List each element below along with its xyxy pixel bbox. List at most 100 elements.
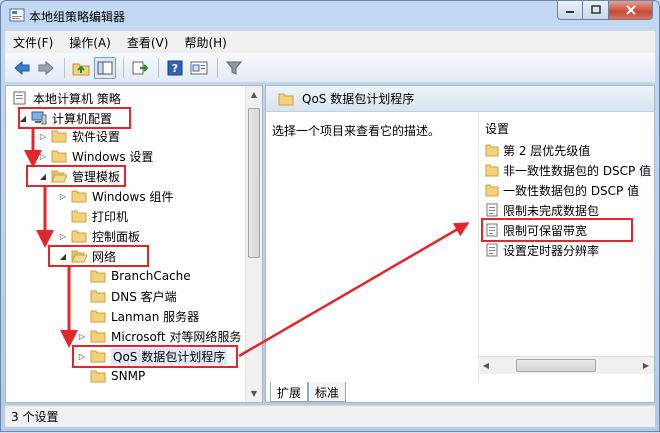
filter-icon	[226, 61, 242, 75]
tree-node-windows-settings[interactable]: ▷ Windows 设置	[38, 146, 153, 166]
up-folder-button[interactable]	[70, 57, 92, 79]
highlight-box	[481, 218, 633, 242]
tree-pane[interactable]: 本地计算机 策略 ◢ 计算机配置 ▷ 软件设置 ▷ Windows 设置 ◢ 管…	[5, 85, 263, 403]
toolbar-separator	[64, 57, 65, 78]
tree-node-lanman-server[interactable]: Lanman 服务器	[90, 306, 199, 326]
folder-icon	[278, 93, 294, 105]
toolbar-separator	[217, 57, 218, 78]
minimize-icon	[566, 11, 574, 13]
menu-file[interactable]: 文件(F)	[5, 34, 61, 51]
status-text: 3 个设置	[11, 410, 59, 424]
list-item[interactable]: 第 2 层优先级值	[485, 140, 590, 160]
list-item[interactable]: 限制未完成数据包	[485, 200, 599, 220]
properties-icon	[190, 61, 208, 74]
tree-node-dns-client[interactable]: DNS 客户端	[90, 286, 177, 306]
folder-icon	[90, 270, 106, 283]
folder-icon	[485, 164, 499, 177]
policy-setting-icon	[486, 203, 498, 217]
folder-icon	[71, 230, 87, 243]
menu-bar: 文件(F) 操作(A) 查看(V) 帮助(H)	[5, 31, 655, 53]
tree-node-snmp[interactable]: SNMP	[90, 366, 145, 386]
menu-view[interactable]: 查看(V)	[119, 34, 177, 51]
tree-node-control-panel[interactable]: ▷ 控制面板	[58, 226, 140, 246]
list-item[interactable]: 非一致性数据包的 DSCP 值	[485, 160, 651, 180]
details-header: QoS 数据包计划程序	[266, 86, 654, 112]
highlight-box	[48, 245, 149, 267]
highlight-box	[72, 345, 238, 368]
list-horizontal-scrollbar[interactable]: ◀ ▶	[478, 356, 654, 374]
filter-button[interactable]	[223, 57, 245, 79]
folder-icon	[51, 130, 67, 143]
description-text: 选择一个项目来查看它的描述。	[272, 124, 441, 138]
tree-label: Windows 设置	[72, 149, 154, 164]
folder-icon	[51, 150, 67, 163]
expand-arrow-icon[interactable]: ▷	[58, 192, 68, 201]
settings-list[interactable]: 设置 第 2 层优先级值 非一致性数据包的 DSCP 值 一致性数据包的 DSC…	[478, 112, 654, 382]
list-item-label: 第 2 层优先级值	[503, 143, 591, 158]
show-tree-button[interactable]	[94, 56, 116, 79]
expand-arrow-icon[interactable]: ▷	[38, 132, 48, 141]
export-button[interactable]	[129, 57, 151, 79]
help-button[interactable]: ?	[164, 57, 186, 79]
expand-arrow-icon[interactable]: ▷	[38, 152, 48, 161]
list-item-label: 一致性数据包的 DSCP 值	[503, 183, 640, 198]
details-title: QoS 数据包计划程序	[302, 92, 415, 106]
folder-icon	[71, 210, 87, 223]
title-bar: 本地组策略编辑器	[1, 1, 659, 31]
list-item[interactable]: 一致性数据包的 DSCP 值	[485, 180, 639, 200]
tree-node-branchcache[interactable]: BranchCache	[90, 266, 191, 286]
scroll-up-icon[interactable]: ▲	[246, 86, 262, 103]
minimize-button[interactable]	[557, 1, 583, 20]
scroll-down-icon[interactable]: ▼	[246, 385, 262, 402]
tree-label: Lanman 服务器	[111, 309, 200, 324]
tab-extended[interactable]: 扩展	[270, 382, 309, 402]
column-header-settings[interactable]: 设置	[485, 120, 509, 137]
tree-node-windows-components[interactable]: ▷ Windows 组件	[58, 186, 173, 206]
folder-icon	[485, 184, 499, 197]
list-item[interactable]: 设置定时器分辨率	[485, 240, 599, 260]
properties-button[interactable]	[188, 57, 210, 79]
scroll-thumb[interactable]	[516, 359, 596, 372]
expand-arrow-icon[interactable]: ▷	[77, 332, 87, 341]
menu-help[interactable]: 帮助(H)	[176, 34, 234, 51]
tree-label: Microsoft 对等网络服务	[111, 329, 242, 344]
folder-icon	[90, 290, 106, 303]
toolbar: ?	[5, 53, 655, 83]
maximize-button[interactable]	[583, 1, 609, 20]
maximize-icon	[590, 5, 601, 14]
tree-label: SNMP	[111, 369, 146, 383]
highlight-box	[18, 107, 131, 129]
tree-node-p2p-services[interactable]: ▷ Microsoft 对等网络服务	[77, 326, 242, 346]
folder-icon	[90, 370, 106, 383]
menu-action[interactable]: 操作(A)	[61, 34, 119, 51]
scroll-right-icon[interactable]: ▶	[638, 357, 654, 374]
folder-icon	[90, 330, 106, 343]
toolbar-separator	[158, 57, 159, 78]
forward-icon	[38, 60, 54, 75]
show-tree-icon	[97, 61, 113, 74]
help-icon: ?	[167, 60, 183, 75]
close-icon	[625, 5, 636, 15]
folder-icon	[71, 190, 87, 203]
policy-icon	[13, 91, 26, 105]
back-icon	[14, 60, 30, 75]
scroll-left-icon[interactable]: ◀	[478, 357, 494, 374]
svg-text:?: ?	[172, 62, 178, 75]
tree-label: 本地计算机 策略	[33, 91, 121, 106]
list-item-label: 限制未完成数据包	[503, 203, 600, 218]
list-item-label: 设置定时器分辨率	[503, 243, 600, 258]
tree-node-root[interactable]: 本地计算机 策略	[12, 88, 121, 108]
tree-scrollbar[interactable]: ▲ ▼	[245, 86, 262, 402]
close-button[interactable]	[609, 1, 653, 20]
tree-node-printers[interactable]: 打印机	[71, 206, 128, 226]
tree-label: 控制面板	[92, 229, 141, 244]
tree-label: BranchCache	[111, 269, 191, 283]
scroll-thumb[interactable]	[248, 108, 260, 258]
tree-node-software-settings[interactable]: ▷ 软件设置	[38, 126, 120, 146]
tab-standard[interactable]: 标准	[308, 382, 347, 402]
forward-button[interactable]	[35, 57, 57, 79]
expand-arrow-icon[interactable]: ▷	[58, 232, 68, 241]
tree-label: 打印机	[92, 209, 129, 224]
back-button[interactable]	[11, 57, 33, 79]
status-bar: 3 个设置	[5, 405, 655, 427]
